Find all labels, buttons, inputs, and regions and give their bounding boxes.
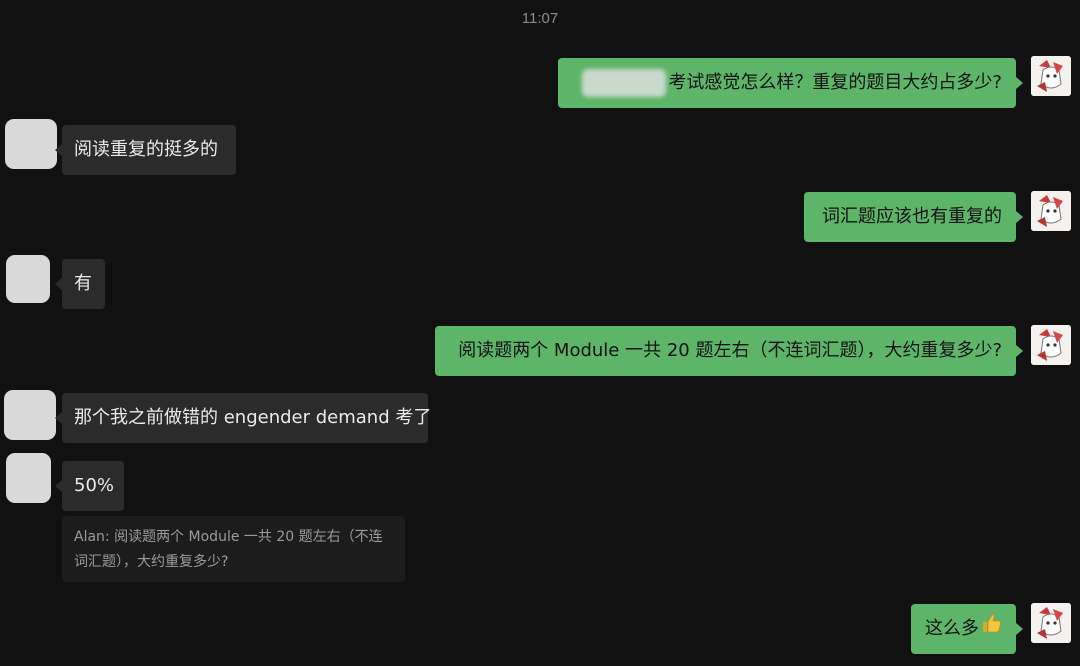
- contact-avatar[interactable]: [6, 255, 50, 303]
- message-text: 阅读题两个 Module 一共 20 题左右（不连词汇题），大约重复多少?: [458, 340, 1002, 361]
- outgoing-message[interactable]: 阅读题两个 Module 一共 20 题左右（不连词汇题），大约重复多少?: [435, 326, 1023, 376]
- quoted-message[interactable]: Alan: 阅读题两个 Module 一共 20 题左右（不连词汇题），大约重复…: [62, 516, 405, 582]
- message-timestamp: 11:07: [521, 10, 559, 27]
- contact-avatar[interactable]: [4, 390, 56, 440]
- my-avatar[interactable]: [1031, 325, 1071, 365]
- contact-avatar[interactable]: [5, 119, 57, 169]
- message-text: 50%: [74, 475, 115, 496]
- outgoing-message[interactable]: 词汇题应该也有重复的: [804, 192, 1023, 242]
- contact-avatar[interactable]: [6, 453, 51, 503]
- message-text: 有: [74, 273, 92, 294]
- my-avatar[interactable]: [1031, 603, 1071, 643]
- thumbs-up-icon: [981, 604, 1003, 654]
- incoming-message[interactable]: 有: [55, 259, 105, 309]
- message-text: 词汇题应该也有重复的: [822, 206, 1002, 227]
- message-text: 阅读重复的挺多的: [74, 139, 218, 160]
- message-text: 考试感觉怎么样？重复的题目大约占多少?: [668, 72, 1002, 93]
- my-avatar[interactable]: [1031, 56, 1071, 96]
- message-text: 这么多: [925, 618, 979, 639]
- my-avatar[interactable]: [1031, 191, 1071, 231]
- incoming-message[interactable]: 那个我之前做错的 engender demand 考了: [55, 393, 432, 443]
- outgoing-message[interactable]: 考试感觉怎么样？重复的题目大约占多少?: [558, 58, 1023, 108]
- incoming-message[interactable]: 50%: [55, 461, 124, 511]
- redacted-name: [582, 69, 667, 97]
- outgoing-message[interactable]: 这么多: [911, 604, 1023, 654]
- quoted-message-text: Alan: 阅读题两个 Module 一共 20 题左右（不连词汇题），大约重复…: [74, 529, 383, 570]
- incoming-message[interactable]: 阅读重复的挺多的: [55, 125, 236, 175]
- message-text: 那个我之前做错的 engender demand 考了: [74, 407, 432, 428]
